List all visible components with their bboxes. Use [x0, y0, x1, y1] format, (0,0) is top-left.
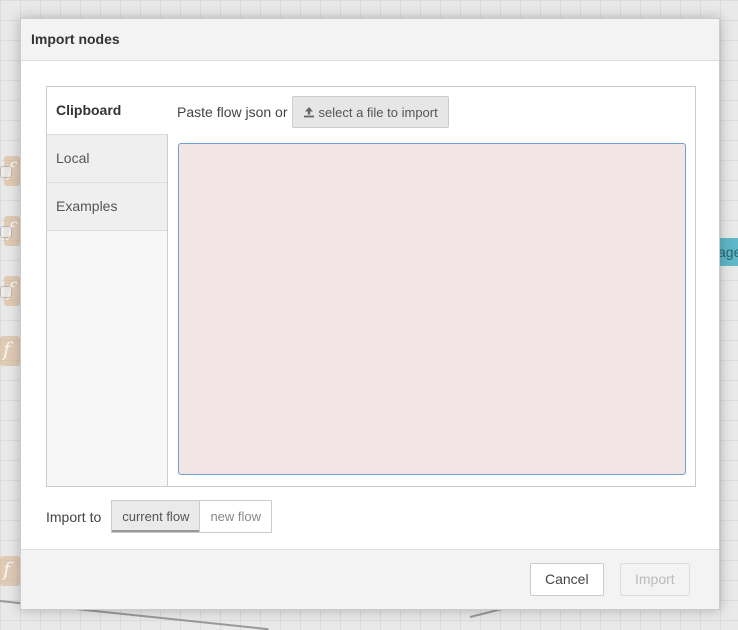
function-icon: f	[3, 557, 11, 581]
node-port	[0, 286, 12, 298]
function-node: f	[0, 556, 20, 586]
paste-row: Paste flow json or select a file to impo…	[177, 96, 449, 128]
flow-json-textarea[interactable]	[178, 143, 686, 475]
import-to-row: Import to current flow new flow	[46, 500, 273, 533]
debug-node: age	[720, 238, 738, 266]
import-panel: Clipboard Local Examples Paste flow json…	[46, 86, 696, 487]
upload-icon	[303, 107, 314, 118]
import-button[interactable]: Import	[620, 563, 690, 596]
function-icon: f	[3, 337, 11, 361]
clipboard-tab-content: Paste flow json or select a file to impo…	[168, 87, 695, 486]
dialog-footer: Cancel Import	[21, 549, 719, 609]
tab-examples[interactable]: Examples	[47, 183, 167, 231]
import-nodes-dialog: Import nodes Clipboard Local Examples Pa…	[20, 18, 720, 610]
import-target-toggle: current flow new flow	[111, 500, 273, 533]
node-port	[0, 226, 12, 238]
select-file-label: select a file to import	[318, 104, 438, 120]
tab-clipboard[interactable]: Clipboard	[47, 87, 168, 135]
dialog-title: Import nodes	[21, 19, 719, 61]
import-source-tabs: Clipboard Local Examples	[47, 87, 168, 486]
current-flow-button[interactable]: current flow	[111, 500, 201, 533]
tab-local[interactable]: Local	[47, 135, 167, 183]
select-file-button[interactable]: select a file to import	[291, 96, 449, 128]
new-flow-button[interactable]: new flow	[200, 500, 273, 533]
import-to-label: Import to	[46, 508, 102, 525]
node-port	[0, 166, 12, 178]
paste-label: Paste flow json or	[177, 104, 288, 120]
function-node: f	[0, 336, 20, 366]
cancel-button[interactable]: Cancel	[530, 563, 604, 596]
